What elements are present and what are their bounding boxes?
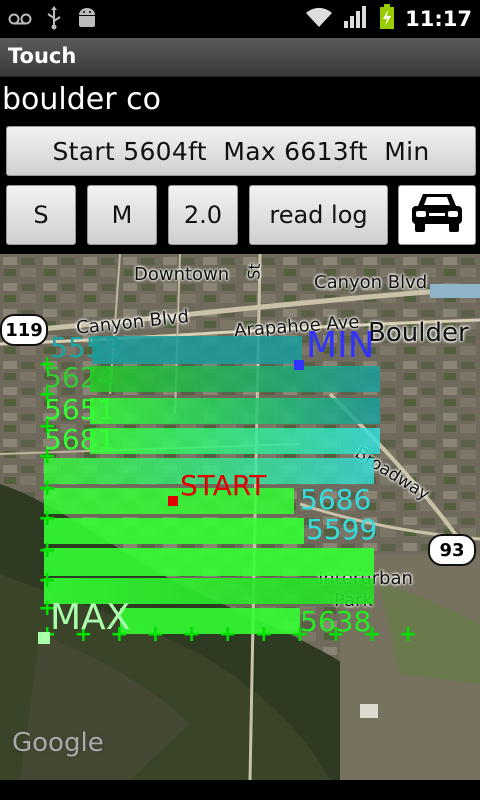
max-label: MAX: [50, 597, 131, 638]
location-text: boulder co: [2, 82, 161, 117]
map-label-downtown: Downtown: [134, 264, 230, 285]
overlay-band-green-4: [44, 548, 374, 576]
google-logo: Google: [12, 728, 104, 758]
car-button[interactable]: [398, 185, 476, 245]
track-point-row: +: [38, 414, 62, 439]
overlay-band-green: [90, 398, 380, 424]
android-debug-icon: [76, 6, 98, 34]
app-title: Touch: [8, 44, 77, 68]
status-bar: 11:17: [0, 0, 480, 38]
battery-charging-icon: [379, 4, 395, 34]
signal-icon: [343, 5, 369, 33]
track-point-row: +: [38, 352, 62, 377]
zoom-button[interactable]: 2.0: [168, 185, 238, 245]
overlay-band-teal: [92, 336, 302, 364]
track-point-row: +: [38, 538, 62, 563]
track-point-row: +: [38, 444, 62, 469]
route-93-shield: 93: [428, 534, 476, 566]
track-point-row: +: [38, 476, 62, 501]
wifi-icon: [305, 6, 333, 32]
map-label-canyon-blvd-right: Canyon Blvd: [314, 272, 428, 293]
satellite-map[interactable]: Downtown St Canyon Blvd Canyon Blvd Arap…: [0, 254, 480, 780]
max-marker: [38, 632, 50, 644]
m-button[interactable]: M: [87, 185, 157, 245]
stats-button[interactable]: Start 5604ft Max 6613ft Min: [6, 126, 476, 176]
track-point-row: +: [38, 568, 62, 593]
read-log-button[interactable]: read log: [249, 185, 388, 245]
overlay-band-green-teal: [90, 366, 380, 392]
track-point-row: +: [38, 506, 62, 531]
min-marker: [294, 360, 304, 370]
usb-icon: [46, 6, 62, 34]
clock: 11:17: [405, 7, 472, 31]
elevation-readout: 5599: [306, 513, 378, 546]
route-119-shield: 119: [0, 314, 48, 346]
s-button[interactable]: S: [6, 185, 76, 245]
start-marker: [168, 496, 178, 506]
map-label-boulder: Boulder: [368, 318, 469, 348]
track-point-row: +: [38, 382, 62, 407]
min-label: MIN: [306, 325, 375, 366]
map-label-st: St: [244, 262, 264, 281]
elevation-readout: 5686: [300, 483, 372, 516]
start-label: START: [180, 469, 267, 502]
title-bar: Touch: [0, 38, 480, 77]
car-icon: [408, 188, 466, 242]
overlay-band-cyan: [90, 428, 380, 454]
voicemail-icon: [8, 11, 32, 30]
bottom-bar: [0, 780, 480, 800]
overlay-band-green-3: [44, 518, 304, 544]
